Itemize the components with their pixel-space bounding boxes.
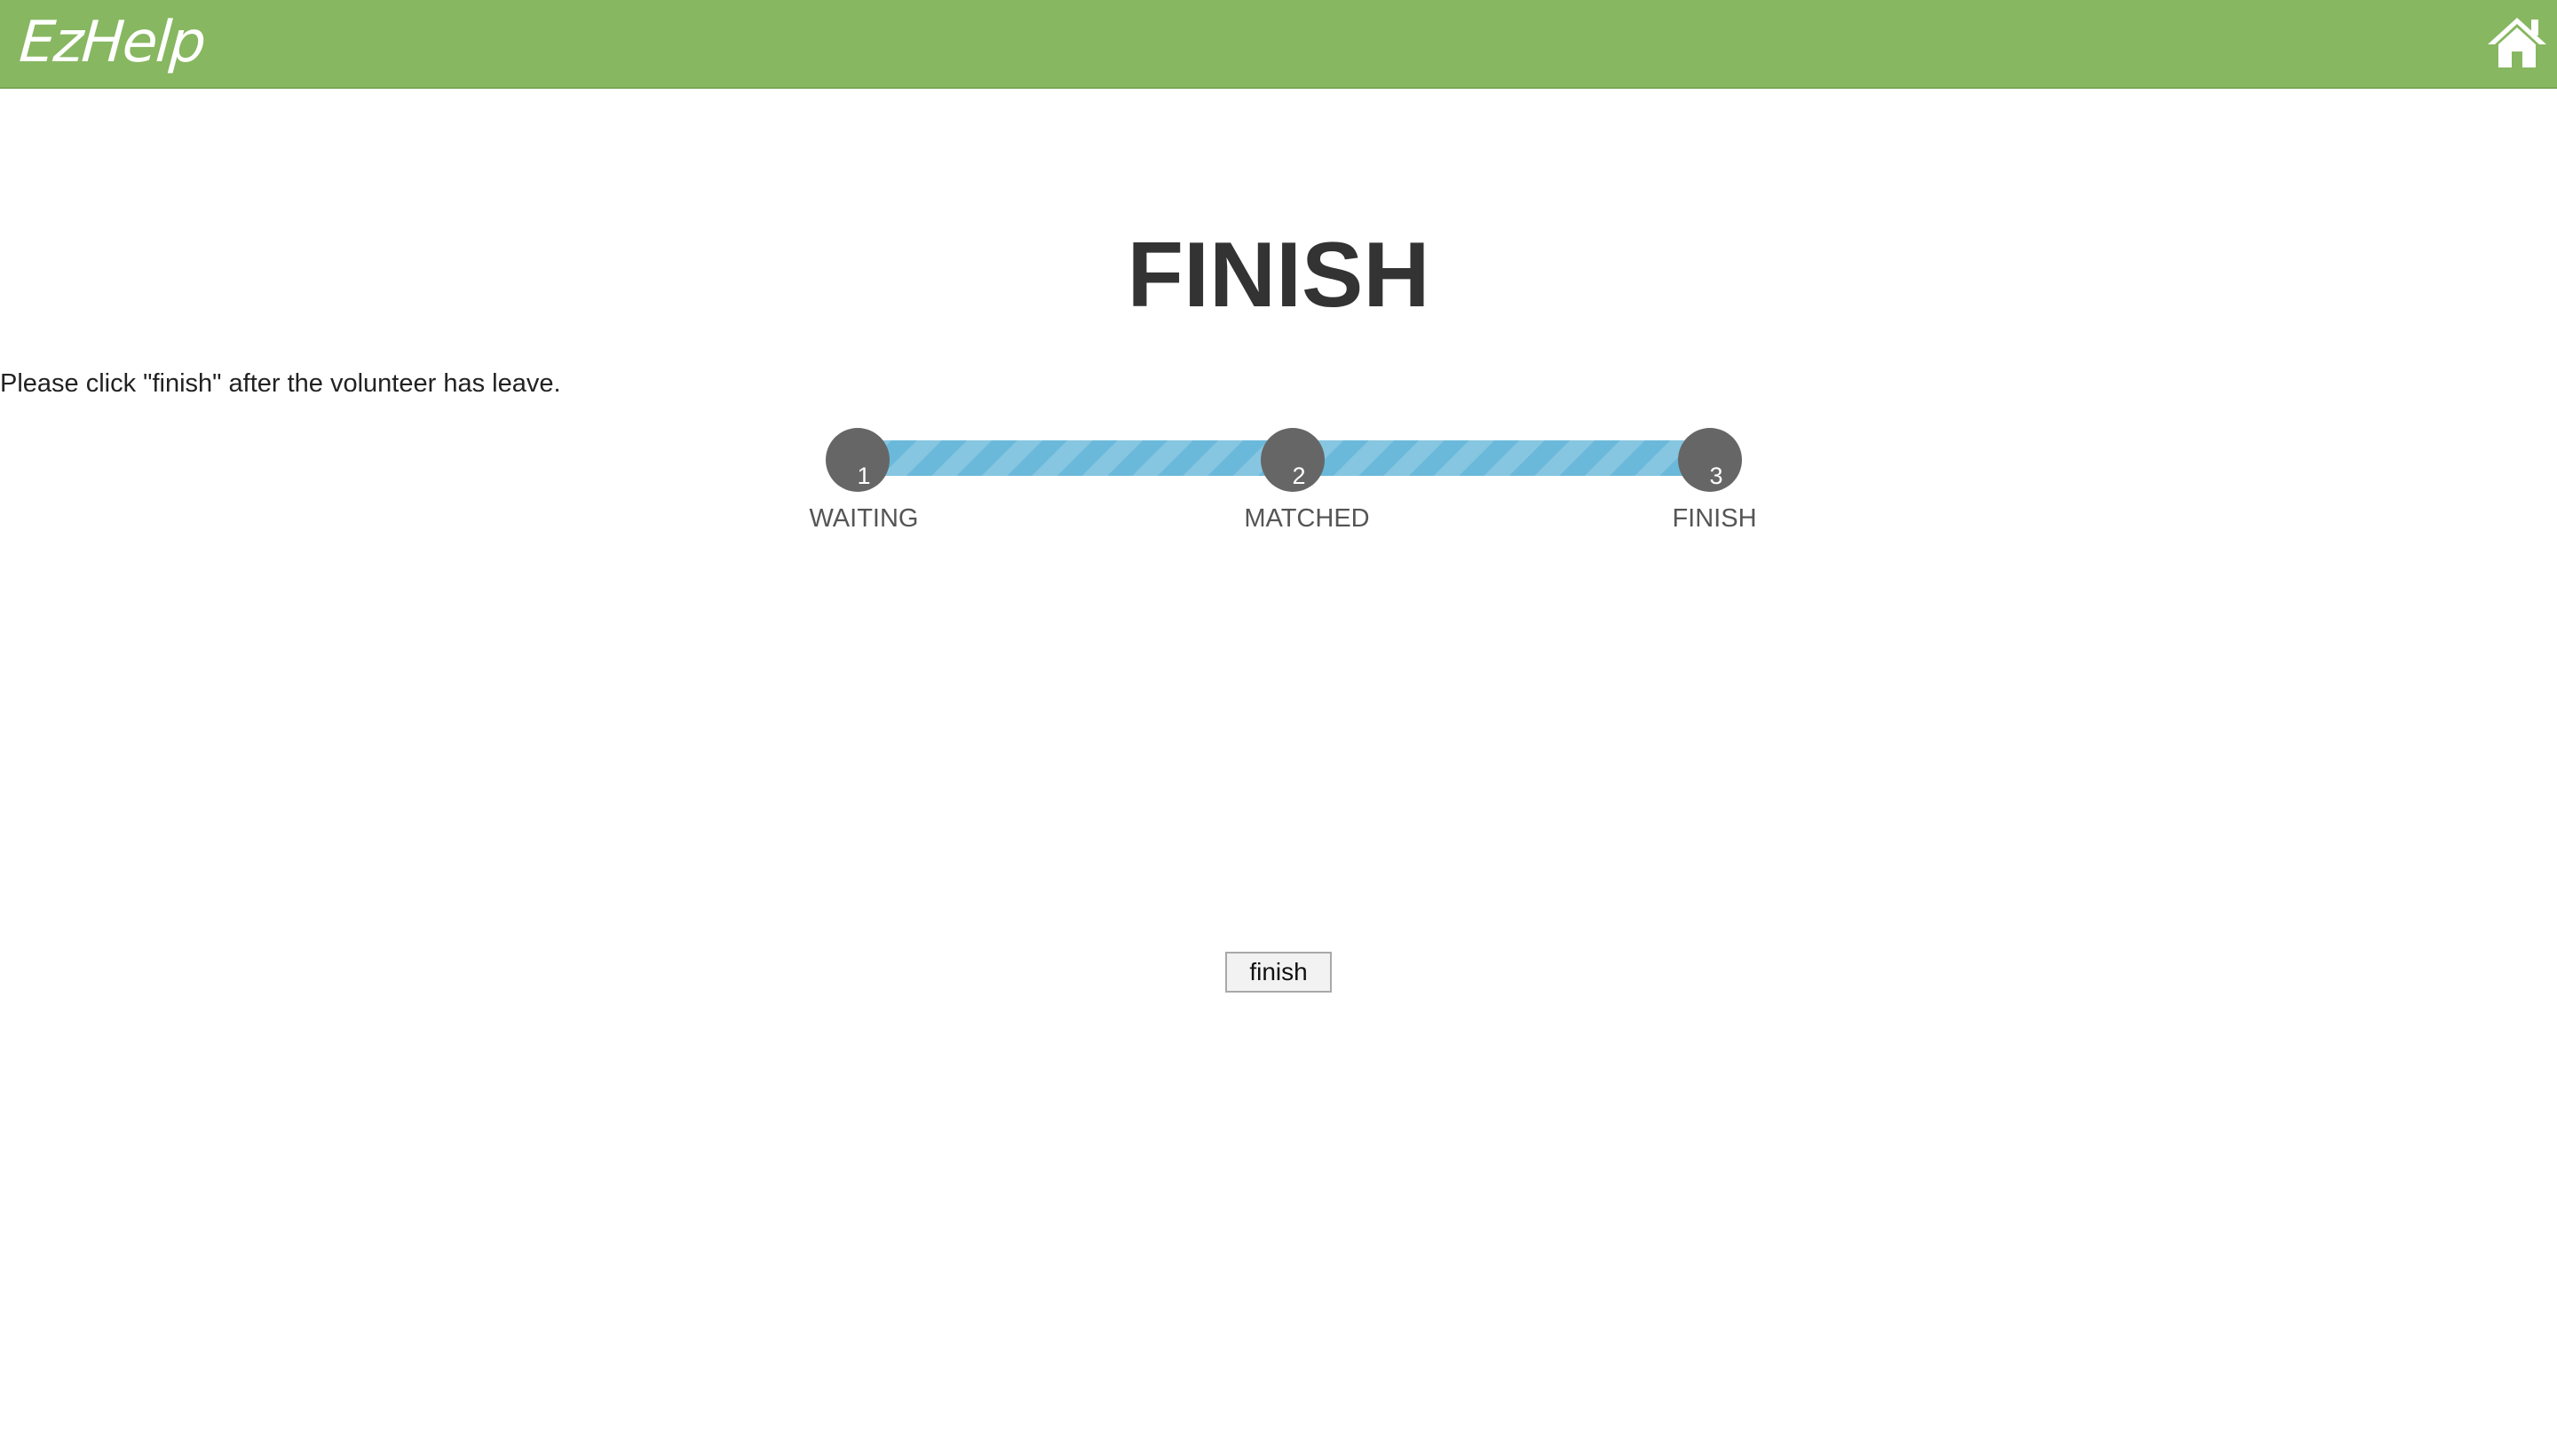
step-label-finish: FINISH (1672, 504, 1757, 533)
step-dot-3: 3 (1678, 428, 1742, 492)
step-label-waiting: WAITING (809, 504, 919, 533)
step-number-2: 2 (1292, 463, 1306, 489)
finish-button[interactable]: finish (1225, 952, 1332, 993)
instruction-text: Please click "finish" after the voluntee… (0, 369, 561, 398)
ezhelp-logo[interactable]: EzHelp (17, 7, 207, 78)
step-number-1: 1 (857, 463, 871, 489)
page-title: FINISH (1127, 223, 1430, 327)
top-bar: EzHelp (0, 0, 2557, 89)
step-label-matched: MATCHED (1244, 504, 1370, 533)
home-icon[interactable] (2486, 14, 2548, 69)
step-number-3: 3 (1709, 463, 1723, 489)
step-dot-1: 1 (826, 428, 890, 492)
step-dot-2: 2 (1261, 428, 1325, 492)
